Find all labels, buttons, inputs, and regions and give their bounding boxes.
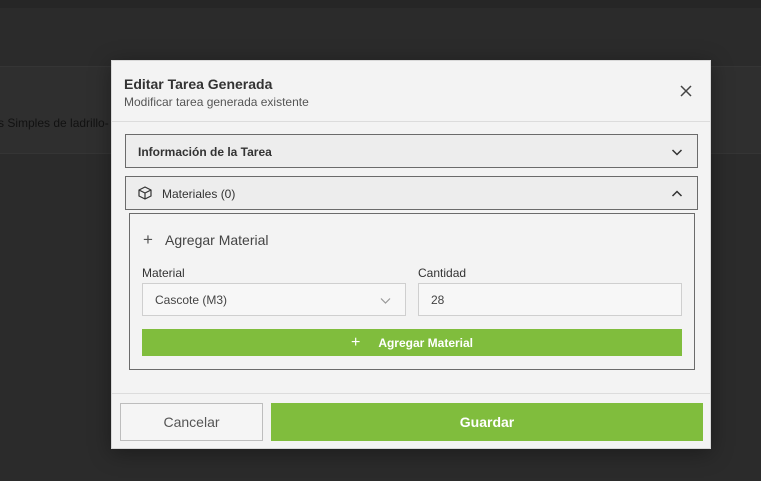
- chevron-down-icon: [671, 149, 683, 156]
- material-label: Material: [142, 266, 185, 280]
- quantity-label: Cantidad: [418, 266, 467, 280]
- plus-icon: +: [350, 334, 361, 351]
- box-icon: [138, 186, 152, 200]
- background-topbar: [0, 0, 761, 8]
- add-material-button[interactable]: + Agregar Material: [142, 329, 682, 356]
- add-material-button-label: Agregar Material: [378, 336, 474, 350]
- material-select[interactable]: Cascote (M3): [142, 283, 406, 316]
- materials-section[interactable]: Materiales (0): [125, 176, 698, 210]
- materials-section-label: Materiales (0): [162, 187, 236, 201]
- material-select-value: Cascote (M3): [155, 293, 228, 307]
- dialog-header: Editar Tarea Generada Modificar tarea ge…: [112, 61, 710, 122]
- close-icon[interactable]: [678, 83, 694, 99]
- quantity-input-value: 28: [431, 293, 445, 307]
- chevron-up-icon: [671, 190, 683, 197]
- task-info-section[interactable]: Información de la Tarea: [125, 134, 698, 168]
- dialog-title: Editar Tarea Generada: [124, 76, 273, 92]
- plus-icon: +: [143, 230, 153, 249]
- edit-task-dialog: Editar Tarea Generada Modificar tarea ge…: [111, 60, 711, 449]
- quantity-input[interactable]: 28: [418, 283, 682, 316]
- add-material-heading: + Agregar Material: [143, 230, 269, 250]
- chevron-down-icon: [380, 298, 391, 304]
- dialog-subtitle: Modificar tarea generada existente: [124, 95, 309, 109]
- background-row-text: s Simples de ladrillo-: [0, 116, 109, 130]
- dialog-footer: Cancelar Guardar: [112, 393, 710, 450]
- save-button[interactable]: Guardar: [271, 403, 703, 441]
- add-material-heading-text: Agregar Material: [165, 232, 269, 248]
- add-material-panel: + Agregar Material Material Cantidad Casc…: [129, 213, 695, 370]
- task-info-section-label: Información de la Tarea: [138, 145, 272, 159]
- cancel-button[interactable]: Cancelar: [120, 403, 263, 441]
